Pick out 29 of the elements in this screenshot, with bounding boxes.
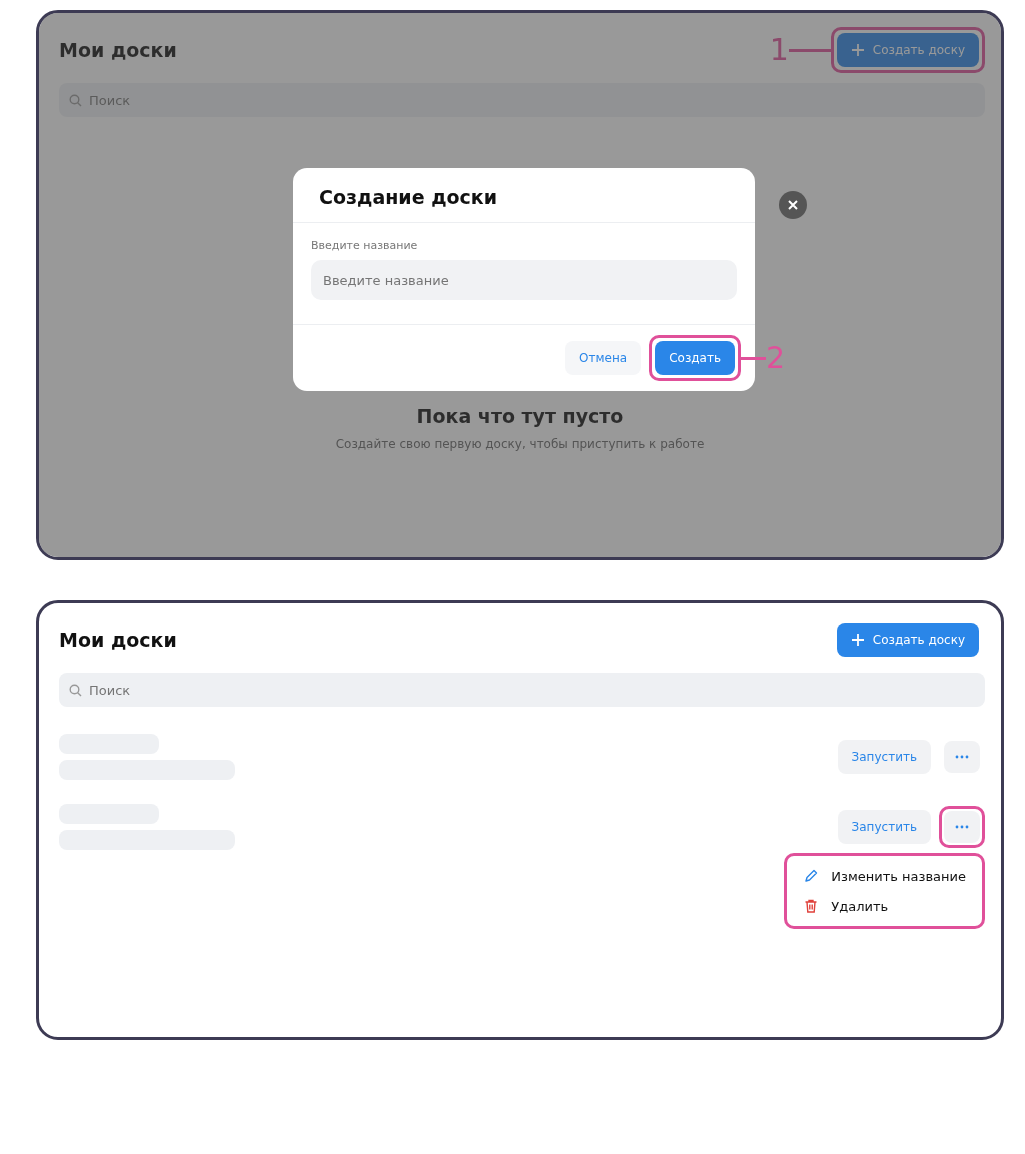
search-field[interactable]: Поиск [59,673,985,707]
plus-icon [850,43,865,57]
callout-number: 2 [766,343,786,373]
close-icon[interactable] [779,191,807,219]
create-board-button[interactable]: Создать доску [836,33,979,67]
page-title: Мои доски [59,629,177,651]
launch-button[interactable]: Запустить [837,740,931,774]
empty-title: Пока что тут пусто [416,405,624,427]
plus-icon [850,633,865,647]
search-icon [69,94,82,107]
create-board-button[interactable]: Создать доску [836,623,979,657]
page-title: Мои доски [59,39,177,61]
more-icon [955,755,969,759]
dialog-title: Создание доски [293,168,755,223]
menu-item[interactable]: Изменить название [799,864,970,888]
more-icon [955,825,969,829]
name-input-field[interactable]: Введите название [311,260,737,300]
search-icon [69,684,82,697]
cancel-button[interactable]: Отмена [565,341,642,375]
launch-button[interactable]: Запустить [837,810,931,844]
create-button[interactable]: Создать [655,341,735,375]
field-label: Введите название [311,239,419,252]
callout-number: 1 [769,35,789,65]
trash-icon [803,898,820,914]
pencil-icon [803,868,820,884]
menu-item[interactable]: Удалить [799,894,970,918]
search-field[interactable]: Поиск [59,83,985,117]
empty-text: Создайте свою первую доску, чтобы приступить к работе [335,437,705,451]
more-button[interactable] [944,741,980,773]
